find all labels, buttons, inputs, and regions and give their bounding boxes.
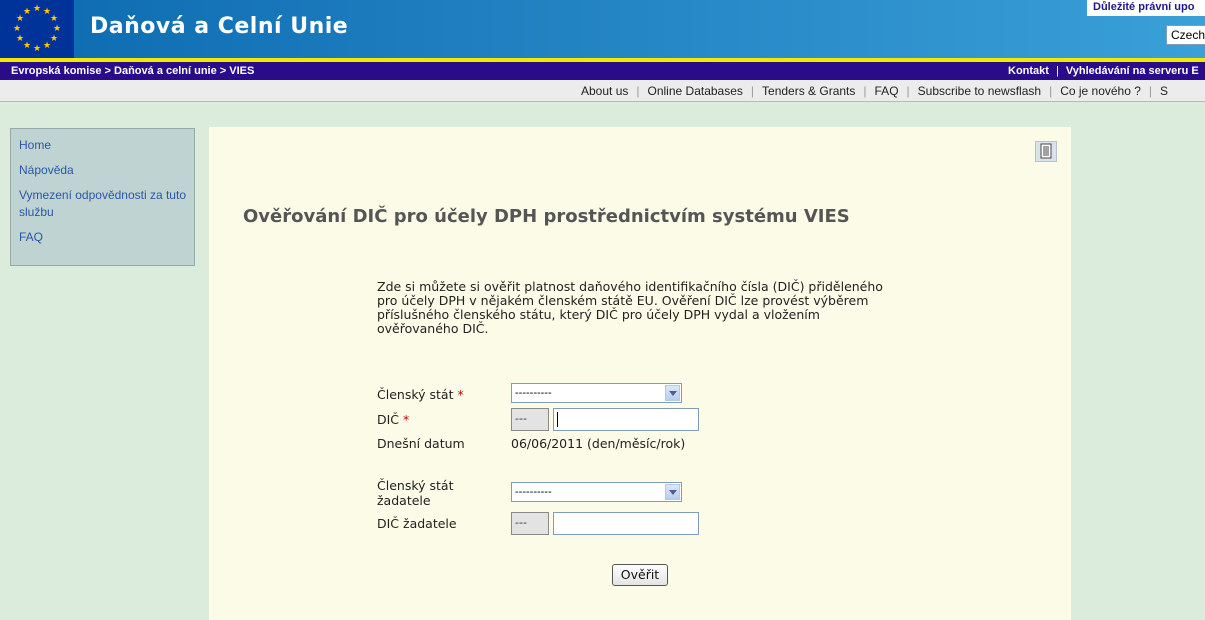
svg-text:★: ★ xyxy=(23,7,31,17)
svg-text:★: ★ xyxy=(43,41,51,51)
required-mark: * xyxy=(457,387,464,402)
sidebar-item-faq[interactable]: FAQ xyxy=(19,229,186,246)
chevron-down-icon[interactable] xyxy=(665,385,680,401)
today-value: 06/06/2011 (den/měsíc/rok) xyxy=(511,436,686,451)
svg-text:★: ★ xyxy=(50,34,58,44)
site-header: ★ ★ ★ ★ ★ ★ ★ ★ ★ ★ ★ ★ Daňová a Celní U… xyxy=(0,0,1205,58)
separator: | xyxy=(1055,65,1059,77)
vat-number-input[interactable] xyxy=(553,408,699,431)
sidebar-item-help[interactable]: Nápověda xyxy=(19,162,186,179)
today-label: Dnešní datum xyxy=(377,436,465,451)
svg-text:★: ★ xyxy=(53,24,61,34)
requester-state-value: ---------- xyxy=(515,486,552,498)
separator: | xyxy=(1148,84,1153,98)
intro-text: Zde si můžete si ověřit platnost daňovéh… xyxy=(377,279,883,336)
vat-label-text: DIČ xyxy=(377,412,400,427)
site-title: Daňová a Celní Unie xyxy=(90,14,349,39)
nav-faq[interactable]: FAQ xyxy=(875,84,899,98)
requester-state-select[interactable]: ---------- xyxy=(511,482,682,502)
vat-country-prefix: --- xyxy=(511,408,549,431)
verify-button[interactable]: Ověřit xyxy=(612,564,668,586)
svg-text:★: ★ xyxy=(13,24,21,34)
member-state-value: ---------- xyxy=(515,387,552,399)
separator: | xyxy=(636,84,640,98)
vat-label: DIČ * xyxy=(377,412,409,427)
nav-bar: About us | Online Databases | Tenders & Gran… xyxy=(0,80,1205,102)
nav-tenders-grants[interactable]: Tenders & Grants xyxy=(762,84,855,98)
separator: | xyxy=(750,84,755,98)
sidebar-item-disclaimer[interactable]: Vymezení odpovědnosti za tuto službu xyxy=(19,187,186,221)
svg-text:★: ★ xyxy=(16,34,24,44)
language-select[interactable]: Czech xyxy=(1166,25,1205,45)
separator: | xyxy=(906,84,910,98)
svg-text:★: ★ xyxy=(33,44,41,54)
main-panel xyxy=(209,127,1071,620)
svg-text:★: ★ xyxy=(33,4,41,14)
page-title: Ověřování DIČ pro účely DPH prostřednict… xyxy=(243,206,850,227)
requester-state-label: Členský stát žadatele xyxy=(377,478,454,508)
print-icon[interactable] xyxy=(1035,141,1057,162)
contact-link[interactable]: Kontakt xyxy=(1008,65,1049,77)
breadcrumb-bar: Evropská komise > Daňová a celní unie > … xyxy=(0,62,1205,80)
nav-whats-new[interactable]: Co je nového ? xyxy=(1060,84,1141,98)
separator: | xyxy=(863,84,867,98)
text-cursor xyxy=(557,412,558,427)
site-search-link[interactable]: Vyhledávání na serveru E xyxy=(1066,65,1199,77)
nav-online-databases[interactable]: Online Databases xyxy=(648,84,743,98)
sidebar-item-home[interactable]: Home xyxy=(19,137,186,154)
requester-vat-label: DIČ žadatele xyxy=(377,516,457,531)
requester-vat-country-prefix: --- xyxy=(511,512,549,535)
svg-text:★: ★ xyxy=(23,41,31,51)
chevron-down-icon[interactable] xyxy=(665,484,680,500)
separator: | xyxy=(1049,84,1053,98)
nav-about-us[interactable]: About us xyxy=(581,84,628,98)
member-state-label-text: Členský stát xyxy=(377,387,454,402)
eu-flag-icon[interactable]: ★ ★ ★ ★ ★ ★ ★ ★ ★ ★ ★ ★ xyxy=(0,0,74,58)
nav-subscribe[interactable]: Subscribe to newsflash xyxy=(918,84,1041,98)
nav-more[interactable]: S xyxy=(1160,84,1168,98)
requester-vat-input[interactable] xyxy=(553,512,699,535)
member-state-label: Členský stát * xyxy=(377,387,464,402)
sidebar: Home Nápověda Vymezení odpovědnosti za t… xyxy=(10,128,195,266)
top-links: Kontakt | Vyhledávání na serveru E xyxy=(1008,62,1199,80)
legal-notice-link[interactable]: Důležité právní upo xyxy=(1087,0,1205,16)
required-mark: * xyxy=(403,412,410,427)
member-state-select[interactable]: ---------- xyxy=(511,383,682,403)
breadcrumb[interactable]: Evropská komise > Daňová a celní unie > … xyxy=(11,62,254,80)
svg-text:★: ★ xyxy=(50,14,58,24)
